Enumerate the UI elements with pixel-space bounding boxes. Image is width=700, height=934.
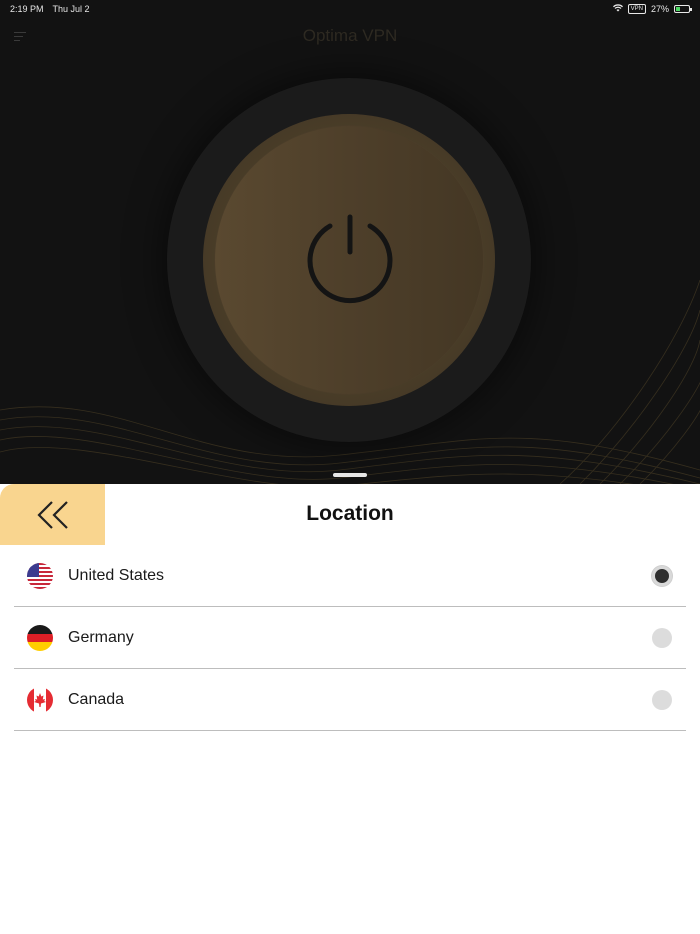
battery-percent: 27% <box>650 4 669 14</box>
status-date: Thu Jul 2 <box>52 4 90 14</box>
wifi-icon <box>612 4 623 14</box>
sheet-title: Location <box>306 502 394 525</box>
radio-selected[interactable] <box>652 566 672 586</box>
country-name: Canada <box>68 691 125 708</box>
location-item-germany[interactable]: Germany <box>14 607 686 669</box>
germany-flag-icon <box>27 625 53 651</box>
app-title: Optima VPN <box>302 26 398 45</box>
battery-icon <box>674 5 692 13</box>
sheet-drag-handle[interactable] <box>333 473 367 477</box>
canada-flag-icon <box>27 687 53 713</box>
status-time: 2:19 PM <box>10 4 44 14</box>
location-sheet: Location United States Germany Canada <box>0 484 700 934</box>
us-flag-icon <box>27 563 53 589</box>
location-item-united-states[interactable]: United States <box>14 545 686 607</box>
location-list: United States Germany Canada <box>14 545 686 731</box>
radio-unselected[interactable] <box>652 690 672 710</box>
location-item-canada[interactable]: Canada <box>14 669 686 731</box>
status-bar: 2:19 PM Thu Jul 2 VPN 27% <box>0 0 700 18</box>
power-icon[interactable] <box>304 212 396 306</box>
radio-unselected[interactable] <box>652 628 672 648</box>
vpn-main-screen: 2:19 PM Thu Jul 2 VPN 27% Optima VPN <box>0 0 700 484</box>
country-name: Germany <box>68 629 134 646</box>
vpn-status-badge: VPN <box>627 4 646 14</box>
country-name: United States <box>68 567 165 584</box>
